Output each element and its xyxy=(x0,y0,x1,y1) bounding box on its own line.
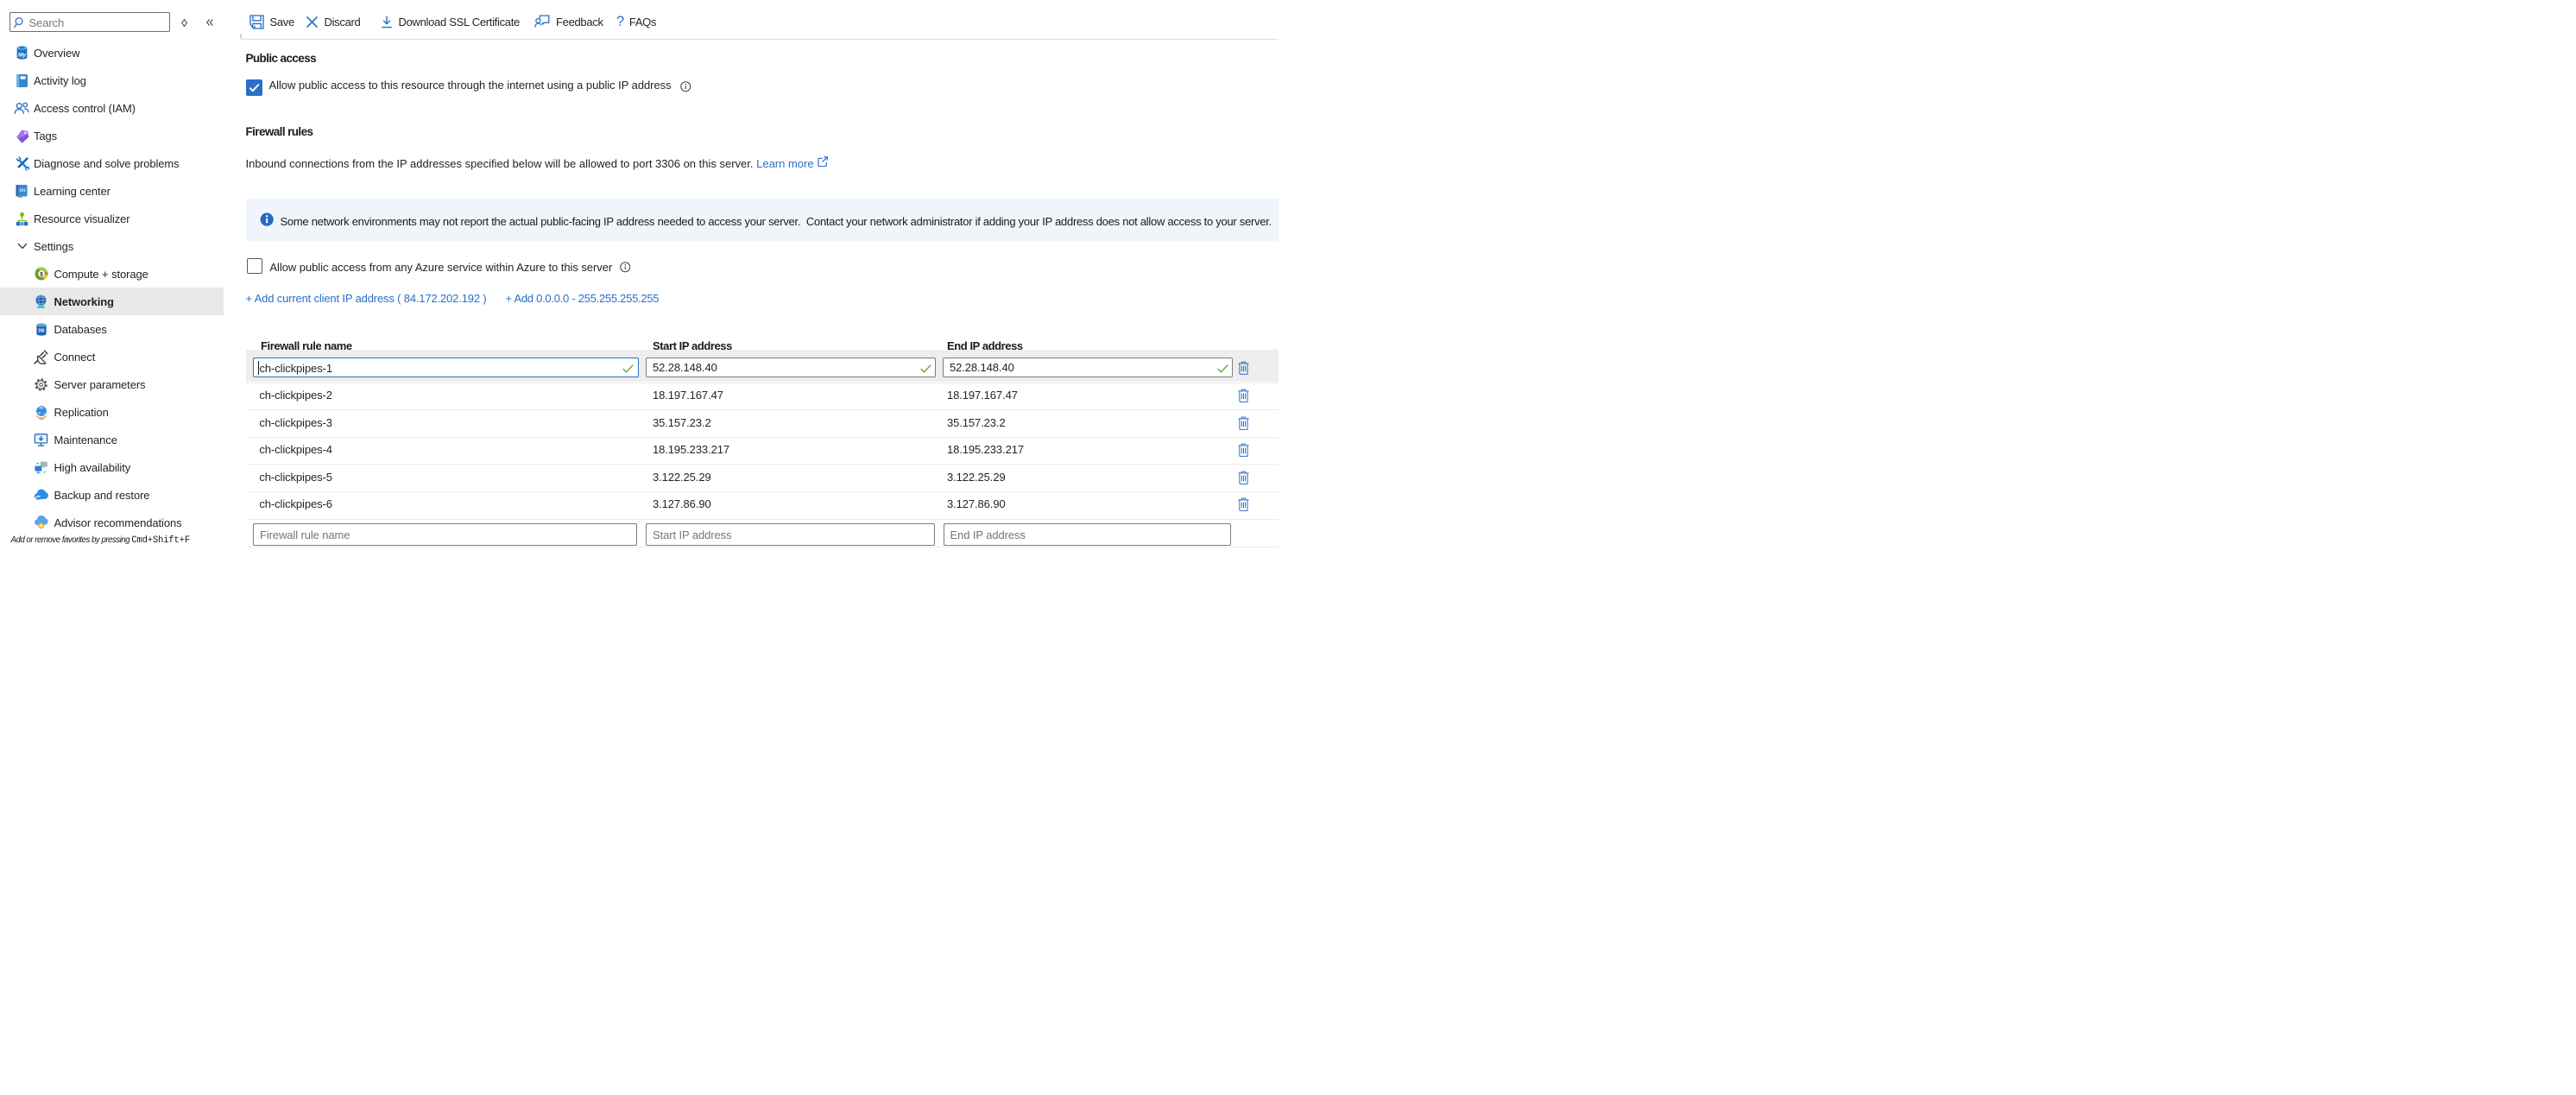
svg-text:101: 101 xyxy=(19,187,26,192)
svg-text:$: $ xyxy=(40,271,43,277)
svg-text:My: My xyxy=(18,53,26,59)
svg-text:DB: DB xyxy=(38,328,45,333)
